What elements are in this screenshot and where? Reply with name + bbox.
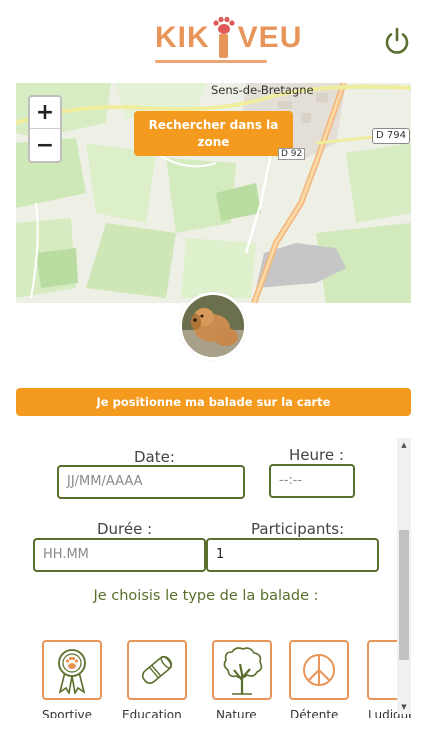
scroll-up-arrow-icon[interactable]: ▲ [397, 438, 411, 452]
map-town-label: Sens-de-Bretagne [211, 83, 314, 97]
tree-icon [223, 647, 263, 695]
time-input[interactable]: --:-- [269, 464, 355, 498]
zoom-out-button[interactable]: − [30, 129, 60, 161]
type-card-education[interactable] [127, 640, 187, 700]
zoom-control: + − [28, 95, 62, 163]
map-view[interactable]: + − Rechercher dans la zone Sens-de-Bret… [16, 83, 411, 303]
participants-label: Participants: [251, 520, 345, 538]
logo-underline [155, 60, 267, 63]
type-card-nature[interactable] [212, 640, 272, 700]
logo-text-left: KIK [155, 21, 210, 54]
logo-text-right: VEU [237, 21, 303, 54]
type-label-nature: Nature [216, 708, 257, 718]
scroll-down-arrow-icon[interactable]: ▼ [397, 700, 411, 714]
walk-form: Date: JJ/MM/AAAA Heure : --:-- Durée : H… [16, 438, 411, 718]
position-walk-button[interactable]: Je positionne ma balade sur la carte [16, 388, 411, 416]
app-header: KIK VEU [0, 0, 425, 82]
zoom-in-button[interactable]: + [30, 97, 60, 129]
date-label: Date: [134, 448, 175, 466]
type-label-education: Education [122, 708, 182, 718]
type-card-sportive[interactable] [42, 640, 102, 700]
time-label: Heure : [289, 446, 344, 464]
walk-type-title: Je choisis le type de la balade : [93, 588, 319, 604]
logout-button[interactable] [382, 26, 412, 56]
duration-label: Durée : [97, 520, 153, 538]
award-ribbon-icon [58, 649, 86, 694]
form-scrollbar[interactable]: ▲ ▼ [397, 438, 411, 714]
dog-avatar[interactable] [179, 292, 247, 360]
road-badge-d92: D 92 [278, 148, 306, 160]
peace-icon [303, 654, 335, 686]
date-input[interactable]: JJ/MM/AAAA [57, 465, 245, 499]
participants-input[interactable]: 1 [206, 538, 379, 572]
duration-input[interactable]: HH.MM [33, 538, 206, 572]
kikiveu-logo[interactable]: KIK VEU [155, 16, 302, 64]
diploma-icon [141, 655, 173, 684]
road-badge-d794: D 794 [372, 128, 410, 144]
search-area-button[interactable]: Rechercher dans la zone [134, 111, 293, 156]
dog-photo [182, 295, 244, 357]
scrollbar-thumb[interactable] [399, 530, 409, 660]
type-card-detente[interactable] [289, 640, 349, 700]
type-label-sportive: Sportive [42, 708, 93, 718]
type-label-detente: Détente [290, 708, 339, 718]
power-icon [385, 27, 409, 54]
paw-icon [210, 16, 238, 60]
